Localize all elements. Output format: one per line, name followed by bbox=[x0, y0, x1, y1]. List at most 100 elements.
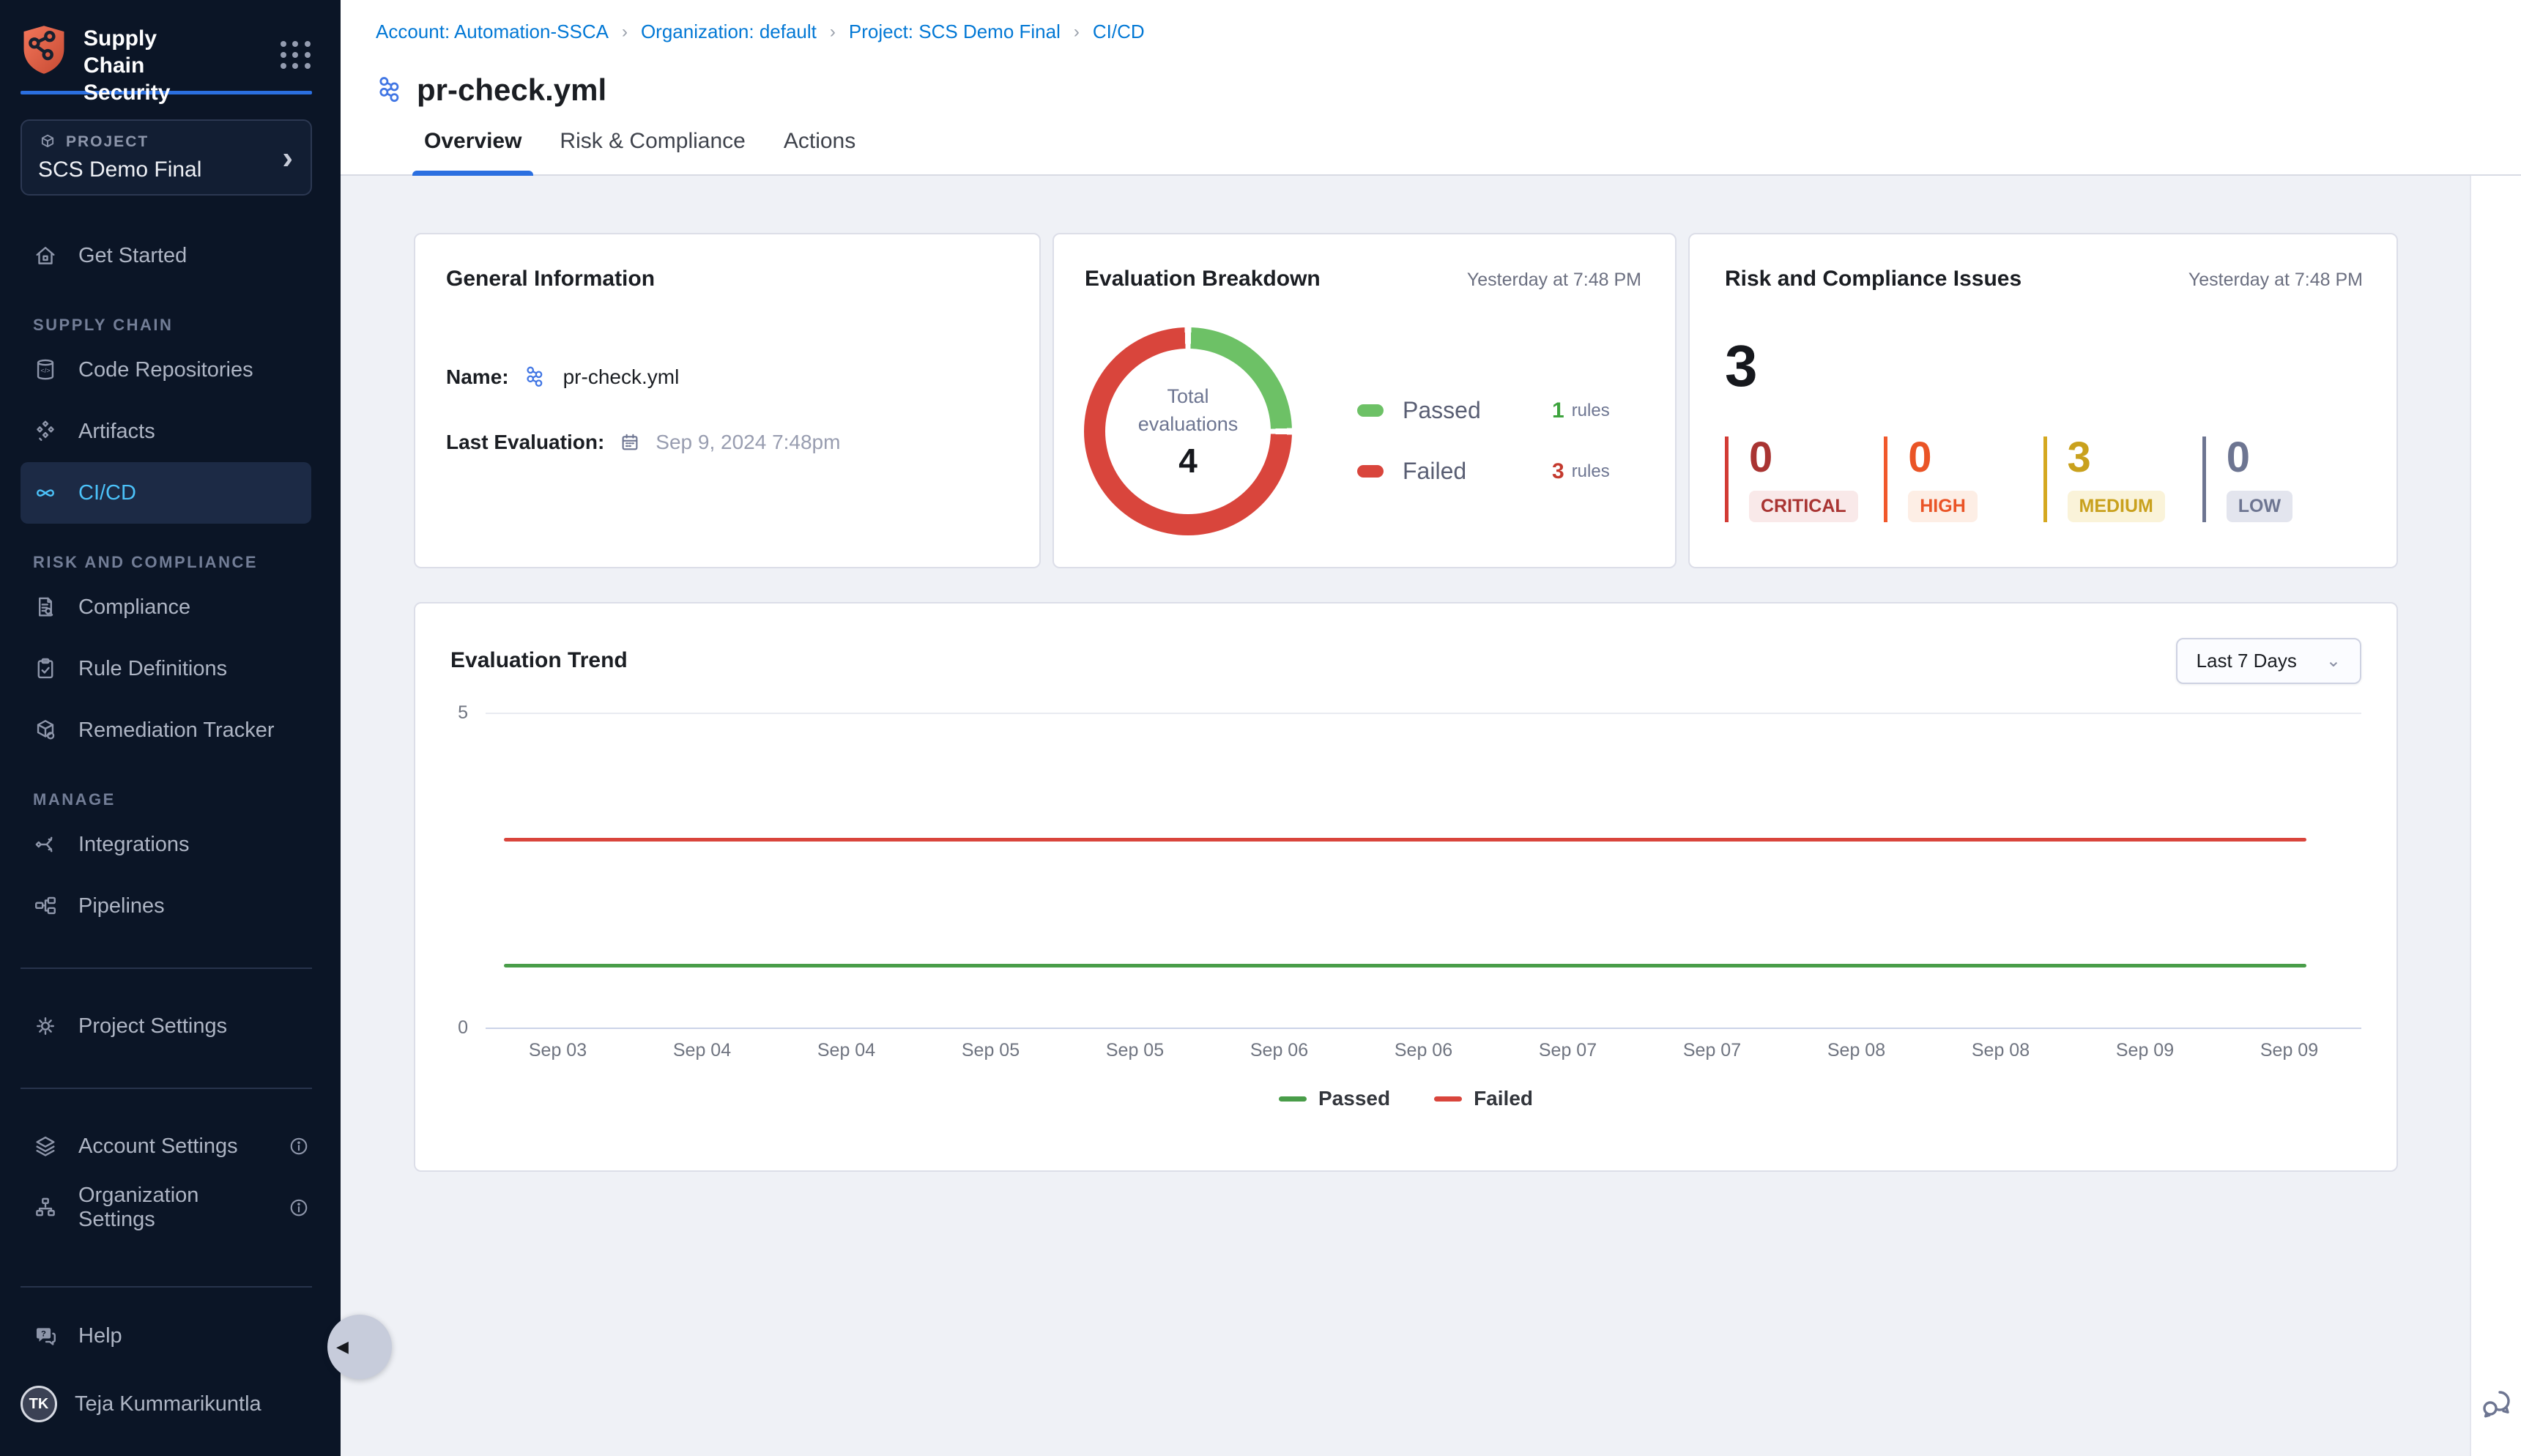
legend-label: Passed bbox=[1318, 1087, 1390, 1110]
breadcrumb: Account: Automation-SSCA › Organization: d… bbox=[376, 21, 2521, 43]
breadcrumb-link-project-scs-demo-final[interactable]: Project: SCS Demo Final bbox=[849, 21, 1061, 43]
sidebar-item-label: CI/CD bbox=[78, 481, 136, 505]
divider bbox=[21, 967, 312, 969]
tab-actions[interactable]: Actions bbox=[784, 108, 855, 174]
severity-count: 0 bbox=[1908, 437, 2043, 479]
sidebar-item-remediation-tracker[interactable]: Remediation Tracker bbox=[0, 699, 341, 761]
card-title: Evaluation Trend bbox=[450, 648, 628, 673]
severity-badge: CRITICAL bbox=[1749, 491, 1858, 522]
sidebar: Supply Chain Security PROJECT SCS Demo F… bbox=[0, 0, 341, 1456]
name-label: Name: bbox=[446, 365, 509, 389]
severity-badge: LOW bbox=[2227, 491, 2292, 522]
sidebar-item-label: Integrations bbox=[78, 833, 190, 857]
sidebar-item-pipelines[interactable]: Pipelines bbox=[0, 875, 341, 937]
risk-compliance-issues-card: Risk and Compliance Issues Yesterday at … bbox=[1688, 233, 2398, 568]
sidebar-item-account-settings[interactable]: Account Settings bbox=[0, 1115, 341, 1177]
sidebar-item-label: Account Settings bbox=[78, 1134, 238, 1159]
project-selector[interactable]: PROJECT SCS Demo Final › bbox=[21, 119, 312, 196]
card-title: General Information bbox=[446, 267, 1009, 291]
x-tick-label: Sep 09 bbox=[2260, 1040, 2318, 1061]
trend-legend-passed: Passed bbox=[1279, 1087, 1390, 1110]
trend-legend-failed: Failed bbox=[1434, 1087, 1533, 1110]
sidebar-item-label: Artifacts bbox=[78, 420, 155, 444]
x-tick-label: Sep 08 bbox=[1972, 1040, 2030, 1061]
evaluations-donut-chart: Total evaluations 4 bbox=[1084, 327, 1292, 535]
date-range-select[interactable]: Last 7 Days ⌄ bbox=[2176, 638, 2361, 684]
page-header: Account: Automation-SSCA › Organization: d… bbox=[341, 0, 2521, 108]
chat-bubbles-icon[interactable] bbox=[2479, 1386, 2514, 1421]
legend-unit: rules bbox=[1572, 461, 1610, 482]
gridline bbox=[486, 713, 2361, 714]
x-axis-labels: Sep 03Sep 04Sep 04Sep 05Sep 05Sep 06Sep … bbox=[486, 1040, 2361, 1065]
rule-definitions-icon bbox=[33, 656, 58, 681]
name-row: Name: pr-check.yml bbox=[446, 365, 1009, 390]
avatar: TK bbox=[21, 1386, 57, 1422]
legend-label: Passed bbox=[1403, 397, 1552, 424]
chevron-right-icon: › bbox=[282, 140, 293, 177]
tab-risk-compliance[interactable]: Risk & Compliance bbox=[560, 108, 745, 174]
x-tick-label: Sep 09 bbox=[2116, 1040, 2174, 1061]
nav-section-header: RISK AND COMPLIANCE bbox=[33, 553, 341, 572]
svg-text:?: ? bbox=[41, 1329, 46, 1338]
sidebar-item-label: Compliance bbox=[78, 595, 190, 620]
breadcrumb-link-organization-default[interactable]: Organization: default bbox=[641, 21, 817, 43]
sidebar-item-get-started[interactable]: Get Started bbox=[0, 225, 341, 286]
evaluation-breakdown-card: Evaluation Breakdown Yesterday at 7:48 P… bbox=[1052, 233, 1677, 568]
severity-critical: 0 CRITICAL bbox=[1725, 437, 1884, 522]
sidebar-item-help[interactable]: ? Help bbox=[0, 1305, 341, 1367]
sidebar-item-project-settings[interactable]: Project Settings bbox=[0, 995, 341, 1057]
last-evaluation-label: Last Evaluation: bbox=[446, 431, 604, 454]
sidebar-item-ci-cd[interactable]: CI/CD bbox=[21, 462, 311, 524]
legend-label: Failed bbox=[1474, 1087, 1533, 1110]
user-menu[interactable]: TK Teja Kummarikuntla bbox=[0, 1367, 341, 1441]
svg-text:</>: </> bbox=[40, 367, 50, 374]
severity-low: 0 LOW bbox=[2202, 437, 2361, 522]
info-icon[interactable] bbox=[288, 1197, 310, 1219]
breadcrumb-separator: › bbox=[1074, 22, 1080, 42]
x-tick-label: Sep 04 bbox=[817, 1040, 875, 1061]
sidebar-item-code-repositories[interactable]: </>Code Repositories bbox=[0, 339, 341, 401]
sidebar-item-compliance[interactable]: Compliance bbox=[0, 576, 341, 638]
page-title: pr-check.yml bbox=[417, 73, 606, 108]
timestamp: Yesterday at 7:48 PM bbox=[1467, 270, 1641, 291]
collapse-arrow-icon: ◀ bbox=[336, 1337, 349, 1356]
workflow-icon bbox=[376, 75, 406, 105]
date-range-value: Last 7 Days bbox=[2197, 650, 2297, 672]
sidebar-item-organization-settings[interactable]: Organization Settings bbox=[0, 1177, 341, 1238]
severity-badge: MEDIUM bbox=[2068, 491, 2165, 522]
series-line-passed bbox=[504, 964, 2306, 967]
sidebar-collapse-handle[interactable]: ◀ bbox=[327, 1315, 392, 1379]
severity-count: 0 bbox=[1749, 437, 1884, 479]
help-chat-icon: ? bbox=[33, 1323, 58, 1348]
breadcrumb-link-account-automation-ssca[interactable]: Account: Automation-SSCA bbox=[376, 21, 609, 43]
project-label: PROJECT bbox=[66, 133, 149, 151]
sidebar-item-integrations[interactable]: Integrations bbox=[0, 814, 341, 875]
info-icon[interactable] bbox=[288, 1135, 310, 1157]
code-repositories-icon: </> bbox=[33, 357, 58, 382]
supply-chain-security-logo bbox=[21, 25, 67, 75]
sidebar-item-label: Get Started bbox=[78, 244, 187, 268]
chevron-down-icon: ⌄ bbox=[2326, 650, 2341, 672]
breadcrumb-separator: › bbox=[830, 22, 836, 42]
app-title: Supply Chain Security bbox=[83, 25, 223, 106]
nav-section-header: MANAGE bbox=[33, 790, 341, 809]
x-tick-label: Sep 05 bbox=[1106, 1040, 1164, 1061]
y-tick-label: 0 bbox=[443, 1017, 468, 1039]
last-evaluation-value: Sep 9, 2024 7:48pm bbox=[656, 431, 840, 454]
legend-swatch bbox=[1357, 465, 1384, 478]
tab-overview[interactable]: Overview bbox=[424, 108, 521, 174]
total-evaluations-value: 4 bbox=[1178, 441, 1198, 480]
last-evaluation-row: Last Evaluation: Sep 9, 2024 7:48pm bbox=[446, 431, 1009, 454]
workflow-icon bbox=[524, 365, 549, 390]
divider bbox=[21, 1088, 312, 1089]
breadcrumb-link-ci-cd[interactable]: CI/CD bbox=[1093, 21, 1145, 43]
sidebar-item-rule-definitions[interactable]: Rule Definitions bbox=[0, 638, 341, 699]
severity-medium: 3MEDIUM bbox=[2043, 437, 2202, 522]
sidebar-item-artifacts[interactable]: Artifacts bbox=[0, 401, 341, 462]
cube-icon bbox=[38, 133, 57, 152]
project-name: SCS Demo Final bbox=[38, 157, 294, 182]
severity-count: 0 bbox=[2227, 437, 2361, 479]
series-line-failed bbox=[504, 838, 2306, 842]
cicd-infinity-icon bbox=[33, 480, 58, 505]
app-switcher-icon[interactable] bbox=[281, 41, 311, 69]
